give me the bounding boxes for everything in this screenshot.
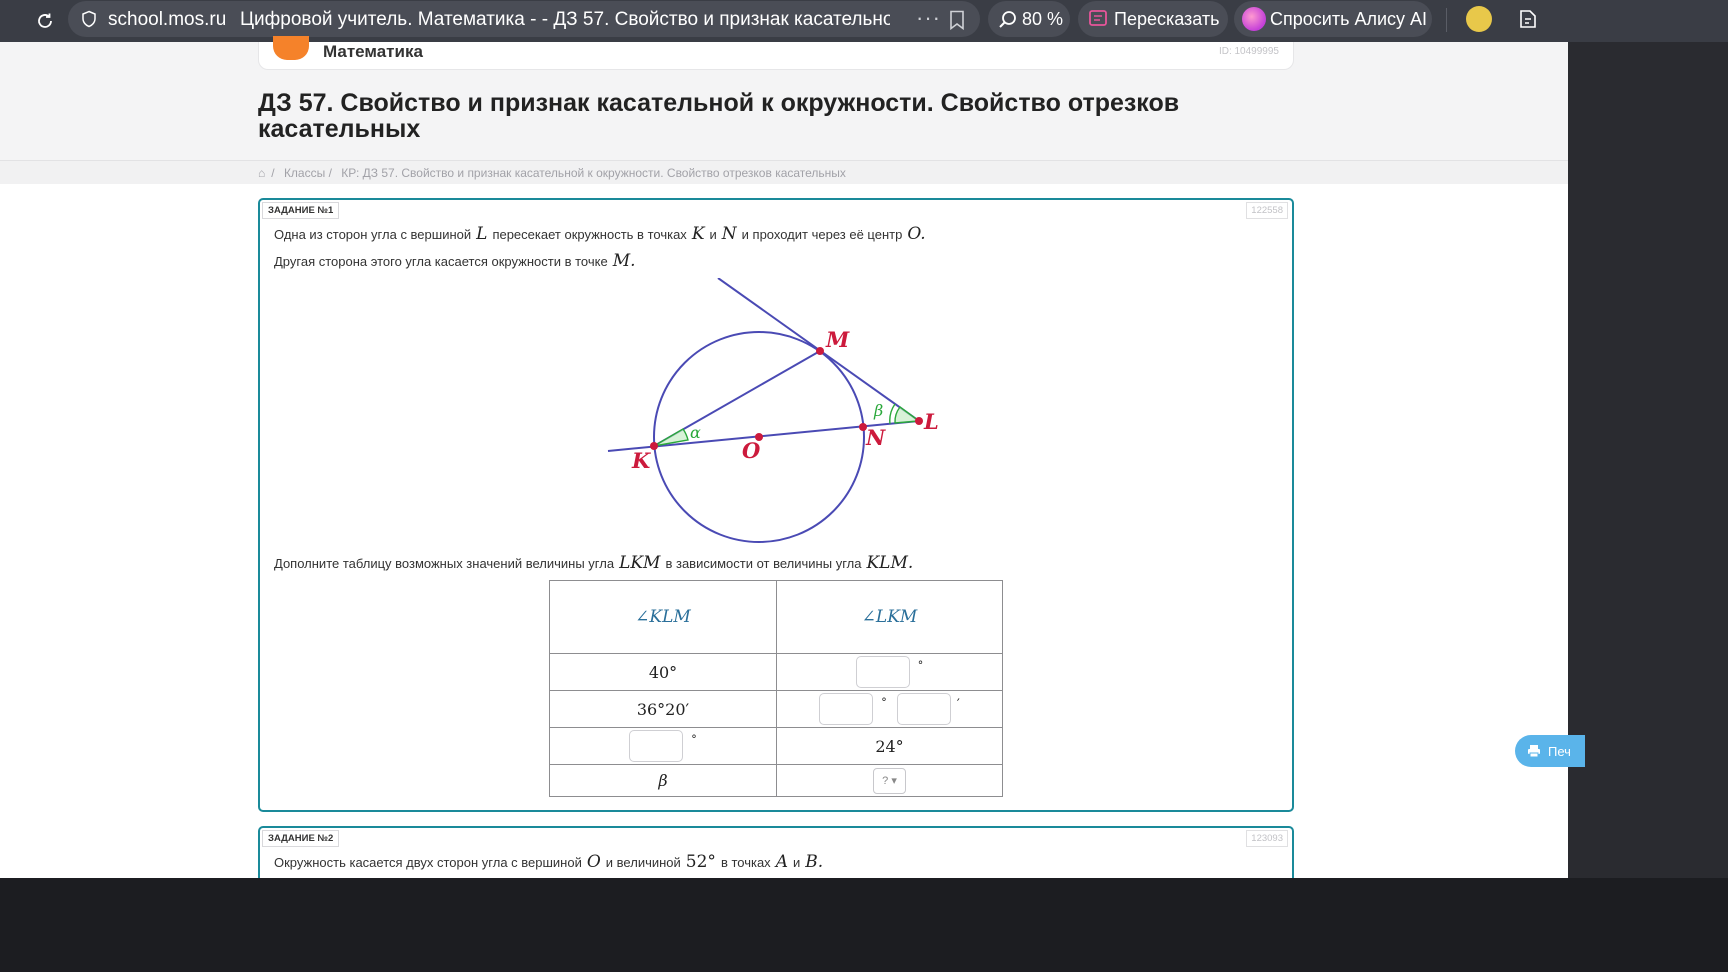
point-l [915, 417, 923, 425]
breadcrumb-classes[interactable]: Классы / [284, 166, 332, 180]
address-bar[interactable]: school.mos.ru Цифровой учитель. Математи… [68, 1, 980, 37]
printer-icon [1528, 745, 1540, 758]
label-k: K [631, 448, 651, 473]
label-o: O [742, 438, 761, 463]
home-icon[interactable]: ⌂ [258, 166, 265, 180]
breadcrumb-current: КР: ДЗ 57. Свойство и признак касательно… [341, 166, 846, 180]
math-var: KLM. [866, 553, 914, 573]
math-var: A [775, 852, 788, 872]
table-cell: 24° [776, 727, 1003, 765]
minute-sign: ′ [956, 696, 960, 712]
math-var: K [691, 224, 705, 244]
zoom-level: 80 % [1022, 9, 1064, 29]
math-value: 52° [685, 852, 716, 872]
answer-table: ∠KLM ∠LKM 40° ° 36°20′ ° ′ ° 24° β ? ▾ [549, 580, 1003, 797]
url-domain[interactable]: school.mos.ru [108, 9, 226, 31]
print-button[interactable]: Печ [1515, 735, 1585, 767]
table-cell: ° ′ [776, 690, 1003, 728]
label-l: L [923, 409, 939, 434]
math-var: L [476, 224, 488, 244]
geometry-diagram: M L N K O α β [607, 278, 939, 543]
answer-select[interactable]: ? ▾ [873, 767, 906, 794]
page-title: ДЗ 57. Свойство и признак касательной к … [258, 89, 1180, 143]
ask-alice-label: Спросить Алису AI [1270, 9, 1428, 29]
statement-text: пересекает окружность в точках [492, 227, 687, 242]
answer-input-degrees[interactable] [855, 656, 910, 688]
subject-name: Математика [323, 42, 423, 61]
math-var: O [586, 852, 601, 872]
statement-text: Окружность касается двух сторон угла с в… [274, 855, 582, 870]
prompt-text: Дополните таблицу возможных значений вел… [274, 556, 615, 571]
task-label: ЗАДАНИЕ №1 [262, 202, 340, 219]
retell-label: Пересказать [1114, 9, 1220, 29]
answer-input-degrees[interactable] [819, 693, 874, 725]
extensions-icon[interactable] [1516, 7, 1540, 31]
task-statement-line-1: Одна из сторон угла с вершиной Lпересекае… [274, 224, 931, 244]
label-beta: β [873, 401, 883, 420]
task-statement-line-2: Другая сторона этого угла касается окруж… [274, 251, 641, 271]
column-header-lkm: ∠LKM [776, 580, 1003, 654]
zoom-icon [999, 11, 1016, 28]
point-m [816, 347, 824, 355]
math-var: M. [612, 251, 636, 271]
degree-sign: ° [881, 695, 887, 709]
label-alpha: α [690, 423, 701, 442]
browser-toolbar: school.mos.ru Цифровой учитель. Математи… [0, 0, 1728, 42]
taskbar [0, 878, 1728, 972]
shield-icon [82, 10, 96, 28]
breadcrumb: ⌂ / Классы / КР: ДЗ 57. Свойство и призна… [0, 160, 1568, 184]
point-k [650, 442, 658, 450]
table-cell: ° [549, 727, 777, 765]
bookmark-icon[interactable] [948, 10, 966, 30]
angle-beta-arc-outer [889, 403, 896, 425]
task-card-2: ЗАДАНИЕ №2 123093 Окружность касается дв… [258, 826, 1294, 886]
task-id: 122558 [1246, 202, 1288, 219]
breadcrumb-separator: / [271, 166, 275, 180]
statement-text: Другая сторона этого угла касается окруж… [274, 254, 608, 269]
label-n: N [865, 425, 886, 450]
degree-sign: ° [917, 658, 924, 672]
task-label: ЗАДАНИЕ №2 [262, 830, 340, 847]
column-header-klm: ∠KLM [549, 580, 777, 654]
ask-alice-button[interactable]: Спросить Алису AI [1234, 1, 1432, 37]
table-cell: ? ▾ [776, 764, 1003, 797]
statement-text: и проходит через её центр [741, 227, 903, 242]
retell-button[interactable]: Пересказать [1078, 1, 1228, 37]
page-header: Математика ID: 10499995 ДЗ 57. Свойство … [0, 36, 1568, 160]
subject-card: Математика ID: 10499995 [258, 36, 1294, 70]
zoom-button[interactable]: 80 % [988, 1, 1070, 37]
tab-title: Цифровой учитель. Математика - - ДЗ 57. … [240, 9, 890, 30]
table-cell: 36°20′ [549, 690, 777, 728]
retell-icon [1089, 10, 1107, 26]
math-var: B. [805, 852, 824, 872]
statement-text: Одна из сторон угла с вершиной [274, 227, 472, 242]
prompt-text: в зависимости от величины угла [665, 556, 862, 571]
math-var: LKM [619, 553, 661, 573]
table-cell: β [549, 764, 777, 797]
print-label: Печ [1548, 744, 1571, 759]
math-var: O. [907, 224, 926, 244]
answer-input-degrees[interactable] [629, 730, 684, 762]
profile-avatar-icon[interactable] [1466, 6, 1492, 32]
statement-text: и [792, 855, 801, 870]
answer-input-minutes[interactable] [896, 693, 951, 725]
statement-text: и [709, 227, 717, 242]
document-id: ID: 10499995 [1218, 46, 1279, 57]
table-cell: ° [776, 653, 1003, 691]
table-cell: 40° [549, 653, 777, 691]
more-options-icon[interactable]: ··· [916, 5, 941, 31]
label-m: M [825, 327, 850, 352]
degree-sign: ° [691, 732, 697, 746]
math-var: N [721, 224, 737, 244]
toolbar-divider [1446, 8, 1447, 32]
reload-icon[interactable] [32, 8, 58, 34]
subject-logo-icon [273, 36, 309, 60]
task-statement-line-1: Окружность касается двух сторон угла с в… [274, 852, 828, 872]
statement-text: и величиной [605, 855, 681, 870]
task-prompt: Дополните таблицу возможных значений вел… [274, 553, 918, 573]
alice-icon [1242, 7, 1266, 31]
task-id: 123093 [1246, 830, 1288, 847]
statement-text: в точках [720, 855, 771, 870]
page-gutter [1568, 42, 1728, 972]
